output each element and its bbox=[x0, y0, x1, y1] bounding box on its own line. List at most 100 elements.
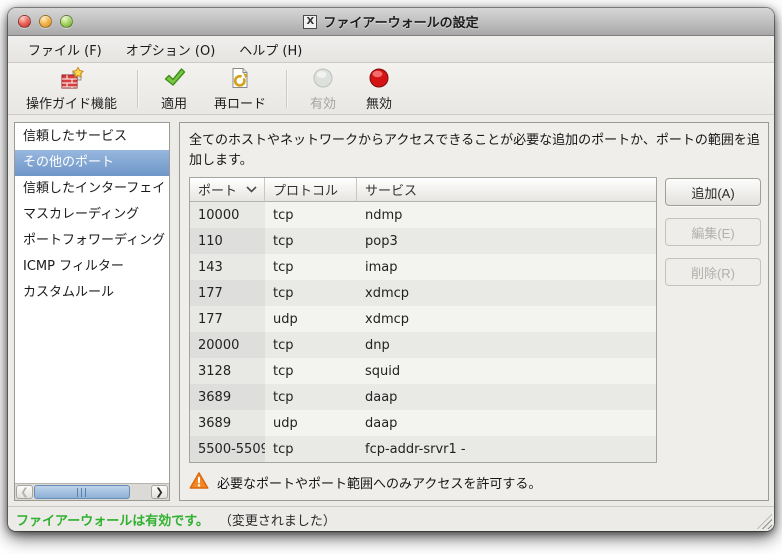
table-cell: dnp bbox=[357, 332, 656, 358]
table-cell: ndmp bbox=[357, 202, 656, 228]
sidebar-horizontal-scrollbar: ❮ ❯ bbox=[15, 483, 169, 500]
table-cell: 3689 bbox=[190, 410, 265, 436]
sidebar-item-5[interactable]: ICMP フィルター bbox=[15, 254, 169, 280]
table-cell: tcp bbox=[265, 228, 357, 254]
edit-button: 編集(E) bbox=[665, 218, 761, 246]
table-row[interactable]: 5500-5509tcpfcp-addr-srvr1 - bbox=[190, 436, 656, 462]
panel-description: 全てのホストやネットワークからアクセスできることが必要な追加のポートか、ポートの… bbox=[189, 131, 761, 171]
firewall-status-text: ファイアーウォールは有効です。 bbox=[16, 510, 209, 529]
toolbar: 操作ガイド機能 適用 bbox=[8, 63, 774, 115]
table-cell: 10000 bbox=[190, 202, 265, 228]
table-cell: 177 bbox=[190, 306, 265, 332]
table-cell: tcp bbox=[265, 254, 357, 280]
close-button[interactable] bbox=[18, 15, 31, 28]
table-row[interactable]: 20000tcpdnp bbox=[190, 332, 656, 358]
column-header-protocol-label: プロトコル bbox=[273, 180, 338, 199]
table-row[interactable]: 110tcppop3 bbox=[190, 228, 656, 254]
changed-text: （変更されました） bbox=[219, 510, 336, 529]
enable-gray-circle-icon bbox=[311, 66, 336, 91]
table-cell: 3689 bbox=[190, 384, 265, 410]
content-area: 信頼したサービスその他のポート信頼したインターフェイマスカレーディングポートフォ… bbox=[8, 115, 774, 506]
wizard-button-label: 操作ガイド機能 bbox=[26, 93, 117, 112]
x-window-icon: X bbox=[303, 15, 317, 29]
disable-button[interactable]: 無効 bbox=[351, 63, 407, 115]
sidebar-item-6[interactable]: カスタムルール bbox=[15, 280, 169, 306]
table-cell: pop3 bbox=[357, 228, 656, 254]
table-cell: imap bbox=[357, 254, 656, 280]
table-header: ポート プロトコル サービス bbox=[190, 178, 656, 202]
toolbar-separator bbox=[286, 70, 287, 108]
menubar: ファイル (F) オプション (O) ヘルプ (H) bbox=[8, 36, 774, 63]
firewall-config-window: X ファイアーウォールの設定 ファイル (F) オプション (O) ヘルプ (H… bbox=[8, 8, 774, 531]
table-row[interactable]: 3689tcpdaap bbox=[190, 384, 656, 410]
zoom-button[interactable] bbox=[60, 15, 73, 28]
scrollbar-track[interactable] bbox=[130, 484, 150, 500]
warning-row: 必要なポートやポート範囲へのみアクセスを許可する。 bbox=[189, 470, 761, 494]
add-button[interactable]: 追加(A) bbox=[665, 178, 761, 206]
table-cell: udp bbox=[265, 410, 357, 436]
table-cell: daap bbox=[357, 384, 656, 410]
table-cell: xdmcp bbox=[357, 306, 656, 332]
table-cell: tcp bbox=[265, 332, 357, 358]
table-and-actions: ポート プロトコル サービス bbox=[189, 177, 761, 463]
table-cell: 177 bbox=[190, 280, 265, 306]
table-row[interactable]: 143tcpimap bbox=[190, 254, 656, 280]
scroll-left-arrow-icon[interactable]: ❮ bbox=[16, 485, 33, 499]
sidebar-item-4[interactable]: ポートフォワーディング bbox=[15, 228, 169, 254]
sidebar-item-1[interactable]: その他のポート bbox=[15, 150, 169, 176]
table-cell: 110 bbox=[190, 228, 265, 254]
resize-grip[interactable] bbox=[757, 514, 772, 529]
disable-button-label: 無効 bbox=[366, 93, 392, 112]
column-header-port-label: ポート bbox=[198, 180, 237, 199]
window-controls bbox=[18, 8, 73, 35]
warning-icon bbox=[189, 471, 209, 494]
reload-button[interactable]: 再ロード bbox=[202, 63, 278, 115]
column-header-protocol[interactable]: プロトコル bbox=[265, 178, 357, 202]
table-row[interactable]: 10000tcpndmp bbox=[190, 202, 656, 228]
sidebar-item-0[interactable]: 信頼したサービス bbox=[15, 124, 169, 150]
table-cell: udp bbox=[265, 306, 357, 332]
minimize-button[interactable] bbox=[39, 15, 52, 28]
scrollbar-grip-icon bbox=[77, 488, 88, 497]
scroll-right-arrow-icon[interactable]: ❯ bbox=[151, 485, 168, 499]
reload-button-label: 再ロード bbox=[214, 93, 266, 112]
sidebar-item-3[interactable]: マスカレーディング bbox=[15, 202, 169, 228]
ports-panel: 全てのホストやネットワークからアクセスできることが必要な追加のポートか、ポートの… bbox=[179, 122, 769, 501]
scrollbar-thumb[interactable] bbox=[34, 485, 130, 499]
column-header-port[interactable]: ポート bbox=[190, 178, 265, 202]
apply-button-label: 適用 bbox=[161, 93, 187, 112]
ports-table-body: 10000tcpndmp110tcppop3143tcpimap177tcpxd… bbox=[190, 202, 656, 462]
table-cell: 3128 bbox=[190, 358, 265, 384]
menu-options[interactable]: オプション (O) bbox=[116, 37, 226, 62]
titlebar: X ファイアーウォールの設定 bbox=[8, 8, 774, 36]
table-cell: tcp bbox=[265, 280, 357, 306]
toolbar-separator bbox=[137, 70, 138, 108]
menu-file[interactable]: ファイル (F) bbox=[18, 37, 112, 62]
table-cell: squid bbox=[357, 358, 656, 384]
sidebar-item-2[interactable]: 信頼したインターフェイ bbox=[15, 176, 169, 202]
table-row[interactable]: 3689udpdaap bbox=[190, 410, 656, 436]
firewall-wizard-icon bbox=[59, 66, 84, 91]
delete-button: 削除(R) bbox=[665, 258, 761, 286]
desktop: X ファイアーウォールの設定 ファイル (F) オプション (O) ヘルプ (H… bbox=[0, 0, 782, 554]
table-cell: tcp bbox=[265, 436, 357, 462]
sidebar: 信頼したサービスその他のポート信頼したインターフェイマスカレーディングポートフォ… bbox=[14, 122, 170, 501]
menu-help[interactable]: ヘルプ (H) bbox=[229, 37, 312, 62]
apply-button[interactable]: 適用 bbox=[146, 63, 202, 115]
table-cell: tcp bbox=[265, 384, 357, 410]
column-header-service[interactable]: サービス bbox=[357, 178, 656, 202]
table-row[interactable]: 3128tcpsquid bbox=[190, 358, 656, 384]
wizard-button[interactable]: 操作ガイド機能 bbox=[14, 63, 129, 115]
table-cell: tcp bbox=[265, 358, 357, 384]
ports-table: ポート プロトコル サービス bbox=[189, 177, 657, 463]
table-cell: daap bbox=[357, 410, 656, 436]
table-row[interactable]: 177tcpxdmcp bbox=[190, 280, 656, 306]
table-cell: 20000 bbox=[190, 332, 265, 358]
table-row[interactable]: 177udpxdmcp bbox=[190, 306, 656, 332]
enable-button: 有効 bbox=[295, 63, 351, 115]
window-title-group: X ファイアーウォールの設定 bbox=[303, 12, 478, 31]
table-cell: fcp-addr-srvr1 - bbox=[357, 436, 656, 462]
table-cell: 143 bbox=[190, 254, 265, 280]
sidebar-list: 信頼したサービスその他のポート信頼したインターフェイマスカレーディングポートフォ… bbox=[15, 123, 169, 483]
disable-red-circle-icon bbox=[367, 66, 392, 91]
